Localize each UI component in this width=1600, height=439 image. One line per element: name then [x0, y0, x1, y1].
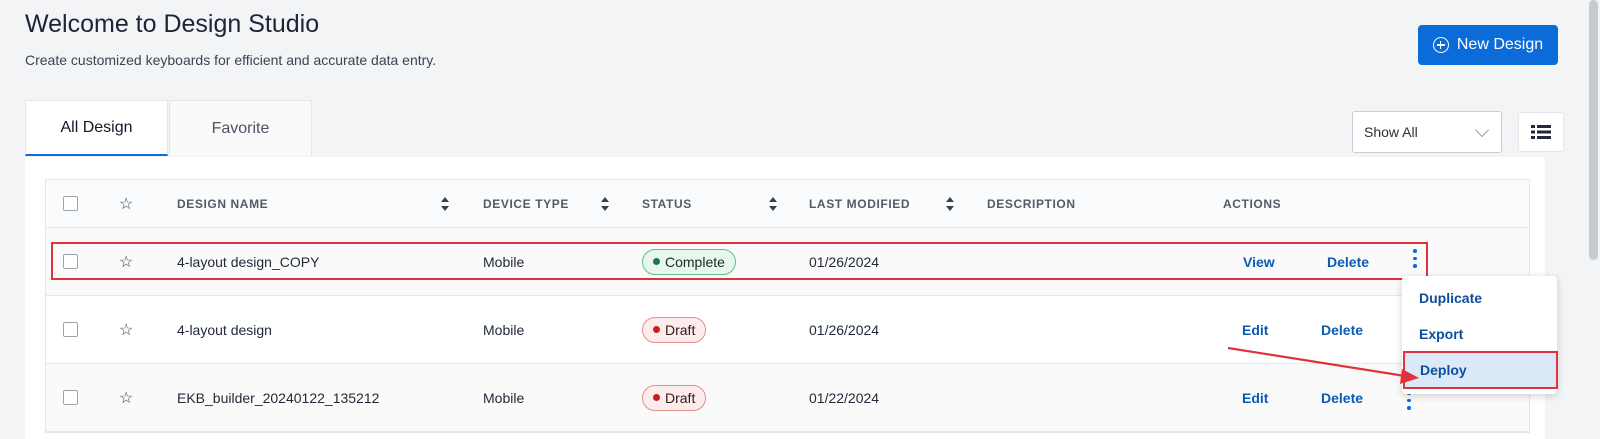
col-status: STATUS	[642, 196, 692, 211]
new-design-button[interactable]: New Design	[1418, 25, 1558, 65]
device-type: Mobile	[483, 321, 525, 338]
col-device-type: DEVICE TYPE	[483, 196, 569, 211]
col-description: DESCRIPTION	[987, 196, 1076, 211]
list-view-toggle-button[interactable]	[1518, 112, 1564, 152]
tab-bar: All Design Favorite	[25, 100, 312, 156]
status-badge: Draft	[642, 316, 707, 343]
delete-link[interactable]: Delete	[1321, 364, 1363, 431]
chevron-down-icon	[1474, 122, 1490, 138]
sort-status-icon[interactable]	[769, 196, 777, 212]
col-last-modified: LAST MODIFIED	[809, 196, 911, 211]
col-design-name: DESIGN NAME	[177, 196, 269, 211]
new-design-label: New Design	[1456, 36, 1544, 53]
select-all-checkbox[interactable]	[63, 196, 78, 211]
edit-link[interactable]: Edit	[1242, 296, 1268, 363]
sort-device-type-icon[interactable]	[601, 196, 609, 212]
sort-last-modified-icon[interactable]	[946, 196, 954, 212]
menu-item-export[interactable]: Export	[1402, 316, 1557, 352]
filter-select[interactable]: Show All	[1352, 111, 1502, 153]
menu-item-deploy[interactable]: Deploy	[1403, 351, 1558, 389]
col-actions: ACTIONS	[1223, 196, 1282, 211]
filter-select-value: Show All	[1364, 124, 1418, 140]
status-badge: Draft	[642, 384, 707, 411]
star-outline-icon: ☆	[119, 195, 134, 213]
status-label: Draft	[665, 321, 696, 338]
table-row[interactable]: ☆ EKB_builder_20240122_135212 Mobile Dra…	[46, 364, 1529, 432]
menu-item-duplicate[interactable]: Duplicate	[1402, 280, 1557, 316]
row-action-menu: Duplicate Export Deploy	[1402, 276, 1558, 394]
design-name: EKB_builder_20240122_135212	[177, 389, 380, 406]
row-highlight-annotation	[51, 242, 1428, 280]
edit-link[interactable]: Edit	[1242, 364, 1268, 431]
last-modified: 01/22/2024	[809, 389, 880, 406]
last-modified: 01/26/2024	[809, 321, 880, 338]
list-view-icon	[1531, 125, 1551, 139]
page-subtitle: Create customized keyboards for efficien…	[25, 52, 437, 68]
status-dot-icon	[653, 326, 660, 333]
row-checkbox[interactable]	[63, 322, 78, 337]
device-type: Mobile	[483, 389, 525, 406]
tab-favorite[interactable]: Favorite	[169, 100, 312, 156]
designs-table: ☆ DESIGN NAME DEVICE TYPE STATUS LAST MO…	[45, 179, 1530, 433]
status-dot-icon	[653, 394, 660, 401]
row-checkbox[interactable]	[63, 390, 78, 405]
kebab-menu-icon[interactable]	[1407, 391, 1411, 414]
sort-design-name-icon[interactable]	[441, 196, 449, 212]
table-header-row: ☆ DESIGN NAME DEVICE TYPE STATUS LAST MO…	[46, 180, 1529, 228]
design-name: 4-layout design	[177, 321, 272, 338]
table-row[interactable]: ☆ 4-layout design Mobile Draft 01/26/202…	[46, 296, 1529, 364]
tab-all-design[interactable]: All Design	[25, 100, 168, 156]
delete-link[interactable]: Delete	[1321, 296, 1363, 363]
star-outline-icon[interactable]: ☆	[119, 320, 133, 340]
status-label: Draft	[665, 389, 696, 406]
page-title: Welcome to Design Studio	[25, 10, 320, 38]
scrollbar[interactable]	[1589, 0, 1598, 260]
star-outline-icon[interactable]: ☆	[119, 388, 133, 408]
plus-circle-icon	[1432, 37, 1449, 53]
